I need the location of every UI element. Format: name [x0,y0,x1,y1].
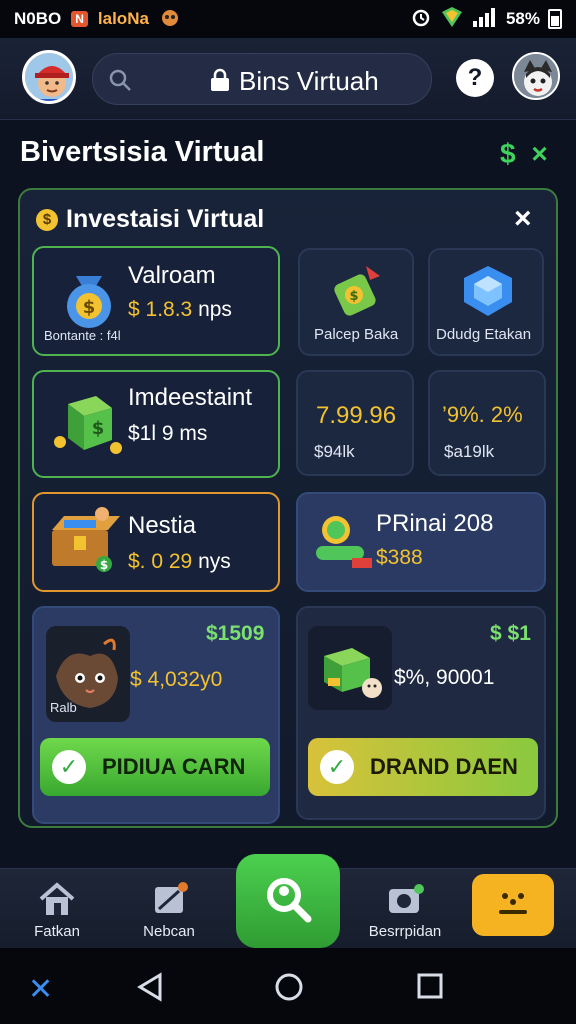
svg-text:$: $ [83,297,96,318]
check-icon: ✓ [52,750,86,784]
main-action-button[interactable] [236,854,340,948]
card-label: Palcep Baka [314,326,399,343]
card-imdeestaint[interactable]: $ Imdeestaint $1l 9 ms [32,370,280,478]
cash-bundle-icon: $ [328,260,388,320]
deal-button[interactable]: ✓ DRAND DAEN [308,738,538,796]
home-circle-icon[interactable] [274,972,304,1010]
search-icon[interactable] [107,67,133,98]
card-prinai[interactable]: PRinai 208 $388 [296,492,546,592]
svg-text:$: $ [100,558,108,572]
section-title: Bivertsisia Virtual [20,136,265,168]
offer-tag: $1509 [206,622,265,645]
status-bar: N0BO N laloNa 58% [0,0,576,38]
treasure-chest-icon: $ [44,506,124,576]
coin-roll-icon [308,506,378,576]
card-price: $. 0 29 nys [128,550,231,573]
game-avatar[interactable] [512,52,560,100]
svg-text:$: $ [92,418,105,439]
panel-title-text: Investaisi Virtual [66,205,265,233]
money-cube-icon: $ [46,388,126,458]
battery-percent: 58% [505,9,540,28]
profile-avatar[interactable] [22,50,76,104]
stat-value: 7.99.96 [316,402,397,429]
stat-card-1[interactable]: 7.99.96 $94lk [296,370,414,476]
home-icon [12,881,102,917]
stat-card-2[interactable]: ’9%. 2% $a19lk [428,370,546,476]
signal-icon [472,7,498,32]
close-icon[interactable]: × [531,138,547,169]
crate-image [308,626,392,710]
shield-icon [440,6,464,33]
panel-title: $ Investaisi Virtual [36,205,264,234]
nav-camera[interactable]: Besrrpidan [360,881,450,940]
app-header: Bins Virtuah ? [0,38,576,120]
gem-icon [458,262,518,320]
card-palcep[interactable]: $ Palcep Baka [298,248,414,356]
buy-button[interactable]: ✓ PIDIUA CARN [40,738,270,796]
svg-text:$: $ [349,289,358,304]
lock-icon [209,68,231,97]
dollar-icon[interactable]: $ [500,138,516,169]
offer-tag: $ $1 [490,622,531,645]
buy-button-label: PIDIUA CARN [102,754,246,779]
grid-icon [493,888,533,923]
notification-icon: N [71,11,88,27]
stat-sub: $a19lk [444,442,495,461]
card-name: Imdeestaint [128,384,253,411]
stat-sub: $94lk [314,442,355,461]
card-subtitle: Bontante : f4l [44,328,121,343]
card-name: Valroam [128,262,216,289]
card-price: $1l 9 ms [128,422,208,445]
nav-home-label: Fatkan [34,923,80,940]
battery-icon [548,9,562,29]
search-bar[interactable]: Bins Virtuah [92,53,432,105]
money-bag-icon: $ [54,262,124,332]
back-icon[interactable] [136,972,164,1010]
card-valroam[interactable]: $ Valroam $ 1.8.3 nps Bontante : f4l [32,246,280,356]
pet-image: Ralb [46,626,130,722]
section-actions: $ × [500,138,548,170]
edit-icon [124,881,214,917]
card-price: $388 [376,546,423,569]
nav-news[interactable]: Nebcan [124,881,214,940]
search-person-icon [260,871,316,932]
status-time: N0BO [14,9,62,28]
card-label: Ddudg Etakan [436,326,532,343]
pet-label: Ralb [50,700,77,715]
close-apps-icon[interactable]: ✕ [28,972,53,1007]
card-ddudg[interactable]: Ddudg Etakan [428,248,544,356]
check-icon: ✓ [320,750,354,784]
panel-close-button[interactable]: × [514,202,532,236]
carrier-label: laloNa [97,9,149,28]
offer-value: $%, 90001 [394,666,495,689]
card-price: $ 1.8.3 nps [128,298,232,321]
menu-button[interactable] [472,874,554,936]
nav-news-label: Nebcan [143,923,195,940]
card-name: Nestia [128,512,197,539]
nav-home[interactable]: Fatkan [12,881,102,940]
coin-icon: $ [36,208,58,231]
offer-value: $ 4,032y0 [130,668,223,691]
card-name: PRinai 208 [376,510,494,537]
recents-icon[interactable] [416,972,444,1008]
system-nav-bar: ✕ [0,948,576,1024]
deal-button-label: DRAND DAEN [370,754,518,779]
nav-camera-label: Besrrpidan [368,923,442,940]
camera-icon [360,881,450,917]
help-button[interactable]: ? [456,59,494,97]
card-nestia[interactable]: $ Nestia $. 0 29 nys [32,492,280,592]
alarm-icon [410,6,432,33]
stat-value: ’9%. 2% [442,402,523,427]
header-title: Bins Virtuah [239,66,379,96]
game-notification-icon [159,7,181,32]
